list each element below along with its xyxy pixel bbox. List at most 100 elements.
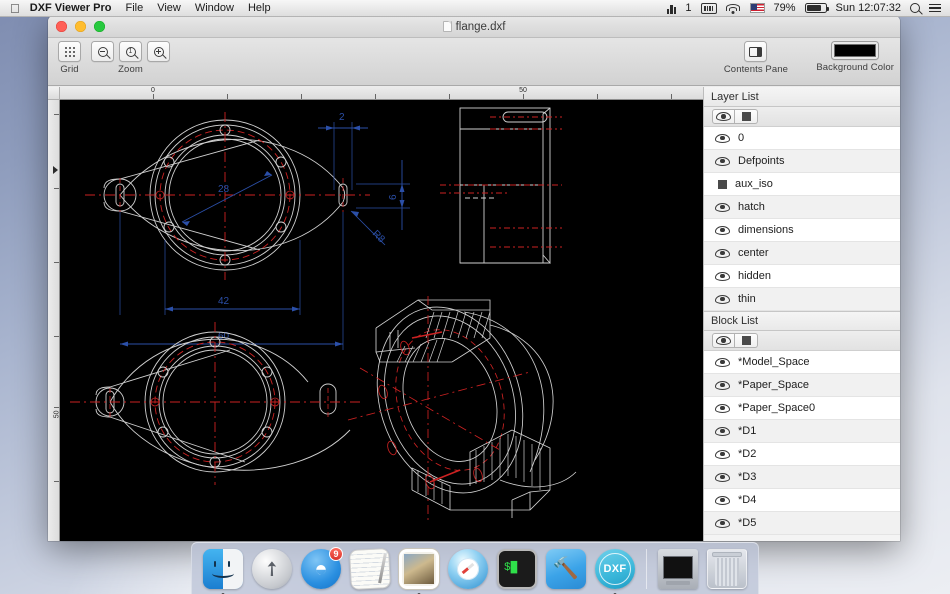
- view-front-bottom: [70, 322, 360, 485]
- layer-toggle-all-visibility-button[interactable]: [712, 109, 735, 124]
- sidebar-pane-icon: [749, 47, 762, 57]
- block-row-paper-space0[interactable]: *Paper_Space0: [704, 397, 900, 420]
- dock-item-xcode[interactable]: 🔨: [546, 549, 586, 589]
- block-toggle-all-visibility-button[interactable]: [712, 333, 735, 348]
- eye-icon[interactable]: [715, 358, 730, 367]
- window-content: 0 50 50: [48, 87, 900, 541]
- dock-item-preview[interactable]: [399, 549, 439, 589]
- dock-item-trash[interactable]: [707, 549, 747, 589]
- block-name: *D4: [738, 494, 756, 506]
- eye-icon[interactable]: [715, 450, 730, 459]
- dock-item-terminal[interactable]: $█: [497, 549, 537, 589]
- terminal-icon: $█: [497, 549, 537, 589]
- svg-text:R8: R8: [370, 228, 387, 245]
- block-row-d1[interactable]: *D1: [704, 420, 900, 443]
- menu-file[interactable]: File: [125, 2, 143, 14]
- eye-icon[interactable]: [715, 272, 730, 281]
- document-icon: [443, 21, 452, 32]
- clock-label[interactable]: Sun 12:07:32: [836, 2, 901, 14]
- block-name: *D3: [738, 471, 756, 483]
- layer-row-0[interactable]: 0: [704, 127, 900, 150]
- eye-icon[interactable]: [715, 226, 730, 235]
- grid-button[interactable]: [58, 41, 81, 62]
- layer-toggle-all-color-button[interactable]: [735, 109, 758, 124]
- background-color-button[interactable]: [831, 41, 879, 60]
- eye-icon[interactable]: [715, 427, 730, 436]
- trash-icon: [707, 549, 747, 589]
- layer-row-aux-iso[interactable]: aux_iso: [704, 173, 900, 196]
- block-row-d2[interactable]: *D2: [704, 443, 900, 466]
- window-title-label: flange.dxf: [456, 21, 506, 33]
- layer-row-dimensions[interactable]: dimensions: [704, 219, 900, 242]
- dock-item-safari[interactable]: [448, 549, 488, 589]
- apple-logo-icon[interactable]: : [10, 2, 20, 15]
- eye-icon[interactable]: [715, 404, 730, 413]
- eye-icon[interactable]: [715, 381, 730, 390]
- eye-icon[interactable]: [715, 203, 730, 212]
- eye-icon[interactable]: [715, 157, 730, 166]
- eye-icon[interactable]: [715, 496, 730, 505]
- block-row-d3[interactable]: *D3: [704, 466, 900, 489]
- toolbar-group-zoom: 1 Zoom: [91, 41, 170, 75]
- ruler-top-label-50: 50: [519, 87, 527, 94]
- ruler-top-label-0: 0: [151, 87, 155, 94]
- dock-item-dxf-viewer-pro[interactable]: DXF: [595, 549, 635, 589]
- eye-icon[interactable]: [715, 134, 730, 143]
- menu-help[interactable]: Help: [248, 2, 271, 14]
- layer-name: hatch: [738, 201, 765, 213]
- zoom-out-button[interactable]: [91, 41, 114, 62]
- drawing-canvas-area[interactable]: 0 50 50: [48, 87, 703, 541]
- eye-icon[interactable]: [715, 519, 730, 528]
- notes-icon: [349, 547, 391, 589]
- dxf-drawing[interactable]: 28 42 60: [60, 100, 703, 541]
- view-isometric: [348, 288, 576, 520]
- layer-row-thin[interactable]: thin: [704, 288, 900, 311]
- eye-icon[interactable]: [715, 249, 730, 258]
- block-name: *Paper_Space: [738, 379, 809, 391]
- block-name: *Model_Space: [738, 356, 810, 368]
- layer-list: 0 Defpoints aux_iso hatch dimensions: [704, 127, 900, 311]
- zoom-in-button[interactable]: [147, 41, 170, 62]
- layer-name: hidden: [738, 270, 771, 282]
- horizontal-ruler[interactable]: 0 50: [60, 87, 703, 100]
- notification-center-icon[interactable]: [929, 4, 941, 13]
- menu-app-name[interactable]: DXF Viewer Pro: [30, 2, 112, 14]
- menu-view[interactable]: View: [157, 2, 181, 14]
- eye-icon[interactable]: [715, 473, 730, 482]
- window-titlebar[interactable]: flange.dxf: [48, 16, 900, 38]
- block-toggle-all-color-button[interactable]: [735, 333, 758, 348]
- block-row-d4[interactable]: *D4: [704, 489, 900, 512]
- block-row-model-space[interactable]: *Model_Space: [704, 351, 900, 374]
- layer-row-defpoints[interactable]: Defpoints: [704, 150, 900, 173]
- wifi-icon[interactable]: [726, 3, 741, 14]
- background-color-swatch: [834, 44, 876, 57]
- keyboard-icon[interactable]: [701, 3, 717, 14]
- layer-name: dimensions: [738, 224, 794, 236]
- zoom-actual-button[interactable]: 1: [119, 41, 142, 62]
- menu-bar-status-area: 1 79% Sun 12:07:32: [667, 2, 950, 14]
- graph-icon[interactable]: [667, 3, 677, 14]
- layer-row-center[interactable]: center: [704, 242, 900, 265]
- square-icon[interactable]: [718, 180, 727, 189]
- eye-icon[interactable]: [715, 295, 730, 304]
- svg-text:2: 2: [339, 112, 345, 123]
- block-name: *D5: [738, 517, 756, 529]
- dock-item-finder[interactable]: [203, 549, 243, 589]
- menu-window[interactable]: Window: [195, 2, 234, 14]
- layer-row-hidden[interactable]: hidden: [704, 265, 900, 288]
- dock-item-server[interactable]: [658, 549, 698, 589]
- search-icon[interactable]: [910, 3, 920, 13]
- flag-icon[interactable]: [750, 3, 765, 13]
- block-row-paper-space[interactable]: *Paper_Space: [704, 374, 900, 397]
- block-row-d5[interactable]: *D5: [704, 512, 900, 535]
- zoom-label: Zoom: [118, 64, 143, 75]
- dock-item-launchpad[interactable]: ➚: [252, 549, 292, 589]
- block-list: *Model_Space *Paper_Space *Paper_Space0 …: [704, 351, 900, 535]
- dock-item-notes[interactable]: [350, 549, 390, 589]
- contents-pane-button[interactable]: [744, 41, 767, 62]
- battery-icon[interactable]: [805, 3, 827, 13]
- dock-item-app-store[interactable]: ◓ 9: [301, 549, 341, 589]
- xcode-icon: 🔨: [546, 549, 586, 589]
- vertical-ruler[interactable]: 50: [48, 100, 60, 541]
- layer-row-hatch[interactable]: hatch: [704, 196, 900, 219]
